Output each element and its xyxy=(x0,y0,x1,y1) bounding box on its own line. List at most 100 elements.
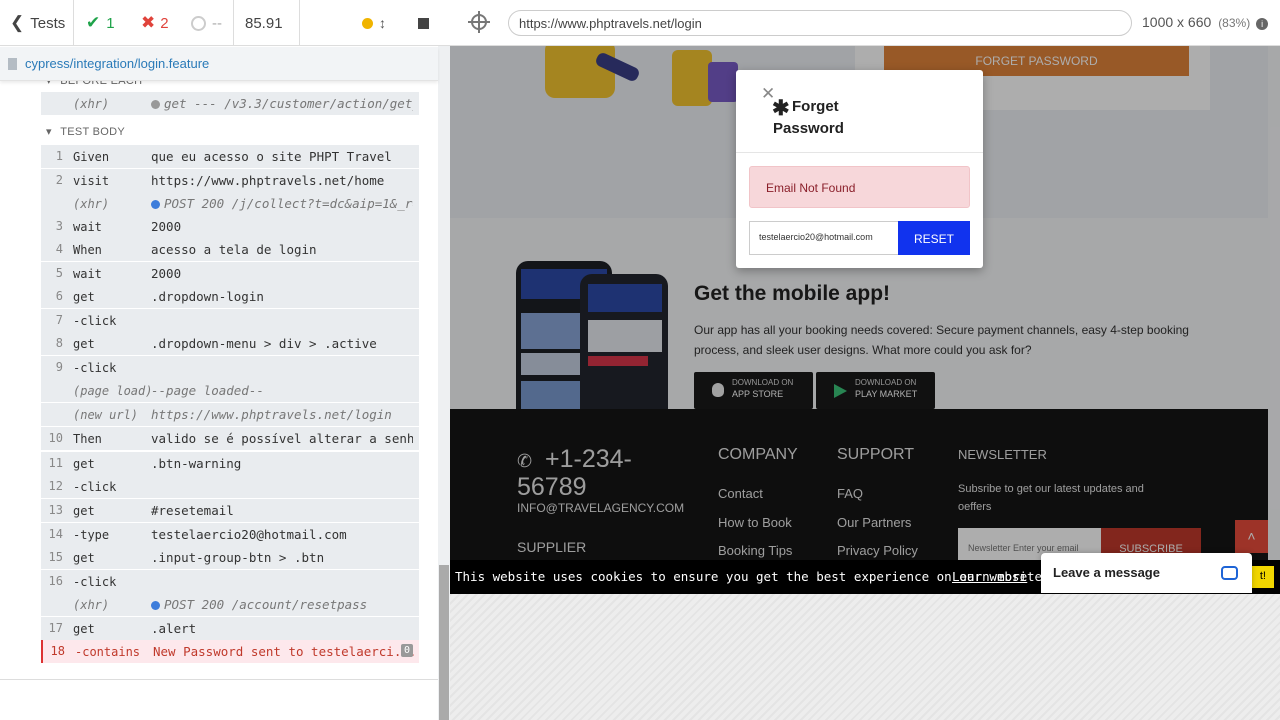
pending-circle-icon xyxy=(191,15,206,31)
test-body-header[interactable]: ▾ TEST BODY xyxy=(46,125,125,138)
command-row[interactable]: 5 wait 2000 xyxy=(41,262,419,285)
command-message: .dropdown-login xyxy=(151,289,264,304)
command-row[interactable]: 11 get .btn-warning xyxy=(41,452,419,475)
command-row[interactable]: 15 get .input-group-btn > .btn xyxy=(41,546,419,569)
reset-button[interactable]: RESET xyxy=(898,221,970,255)
command-name: visit xyxy=(73,174,110,188)
command-number: 7 xyxy=(55,313,63,327)
command-row[interactable]: 2 visit https://www.phptravels.net/home xyxy=(41,169,419,192)
reporter-scrollbar-thumb[interactable] xyxy=(439,565,449,720)
command-number: 9 xyxy=(55,360,63,374)
command-name: (page load) xyxy=(73,384,153,398)
command-number: 18 xyxy=(50,644,65,658)
cross-icon: ✖ xyxy=(141,13,156,32)
command-message: --page loaded-- xyxy=(151,383,264,398)
chevron-left-icon: ❮ xyxy=(10,13,25,32)
aut-header: https://www.phptravels.net/login 1000 x … xyxy=(450,0,1280,46)
error-alert: Email Not Found xyxy=(749,166,970,208)
tests-button[interactable]: ❮ Tests xyxy=(10,0,65,46)
learn-more-link[interactable]: Learn more xyxy=(952,569,1027,584)
command-number: 8 xyxy=(55,336,63,350)
command-row[interactable]: 17 get .alert xyxy=(41,617,419,640)
command-row[interactable]: 8 get .dropdown-menu > div > .active xyxy=(41,332,419,355)
empty-viewport-area xyxy=(450,594,1280,720)
command-message: POST 200 /account/resetpass xyxy=(151,597,413,612)
command-number: 10 xyxy=(48,431,63,445)
command-number: 4 xyxy=(55,242,63,256)
reset-email-input[interactable]: testelaercio20@hotmail.com xyxy=(749,221,899,255)
command-row[interactable]: 4 When acesso a tela de login xyxy=(41,238,419,261)
command-row[interactable]: 12 -click xyxy=(41,475,419,498)
command-row[interactable]: 18 -contains New Password sent to testelae… xyxy=(41,640,419,663)
command-name: get xyxy=(73,622,95,636)
command-number: 17 xyxy=(48,621,63,635)
command-name: Given xyxy=(73,150,110,164)
command-message: #resetemail xyxy=(151,503,234,518)
command-row[interactable]: (xhr) POST 200 /j/collect?t=dc&aip=1&_r=3… xyxy=(41,192,419,215)
command-row[interactable]: 9 -click xyxy=(41,356,419,379)
stop-icon xyxy=(418,17,429,29)
caret-down-icon: ▾ xyxy=(46,126,52,138)
command-row[interactable]: (page load) --page loaded-- xyxy=(41,379,419,402)
command-row[interactable]: (xhr) get --- /v3.3/customer/action/get_… xyxy=(41,92,419,115)
command-number: 15 xyxy=(48,550,63,564)
command-row[interactable]: (xhr) POST 200 /account/resetpass xyxy=(41,593,419,616)
command-row[interactable]: 14 -type testelaercio20@hotmail.com xyxy=(41,523,419,546)
command-name: get xyxy=(73,504,95,518)
spec-file-bar: cypress/integration/login.feature xyxy=(0,47,438,81)
url-bar[interactable]: https://www.phptravels.net/login xyxy=(508,10,1132,36)
status-dot-icon xyxy=(362,17,373,29)
command-name: -click xyxy=(73,361,117,375)
command-name: (new url) xyxy=(73,408,139,422)
command-row[interactable]: 13 get #resetemail xyxy=(41,499,419,522)
viewport-size[interactable]: 1000 x 660 (83%) i xyxy=(1142,14,1269,30)
command-message: .dropdown-menu > div > .active xyxy=(151,336,377,351)
command-message: que eu acesso o site PHPT Travel xyxy=(151,149,392,164)
command-number: 6 xyxy=(55,289,63,303)
command-message: valido se é possível alterar a senha xyxy=(151,431,413,446)
command-row[interactable]: 3 wait 2000 xyxy=(41,215,419,238)
info-icon: i xyxy=(1256,18,1269,30)
command-name: get xyxy=(73,290,95,304)
command-name: get xyxy=(73,551,95,565)
match-count-badge: 0 xyxy=(400,644,413,657)
pending-count[interactable]: -- xyxy=(191,0,222,46)
command-message: .alert xyxy=(151,621,197,636)
command-message: .btn-warning xyxy=(151,456,242,471)
command-message: https://www.phptravels.net/home xyxy=(151,173,385,188)
stop-button[interactable] xyxy=(418,0,429,46)
command-message: testelaercio20@hotmail.com xyxy=(151,527,347,542)
spec-file-link[interactable]: cypress/integration/login.feature xyxy=(25,56,209,71)
command-row[interactable]: 6 get .dropdown-login xyxy=(41,285,419,308)
xhr-status-dot xyxy=(151,100,160,109)
xhr-status-dot xyxy=(151,601,160,610)
cypress-reporter: ❮ Tests ✔ 1 ✖ 2 -- 85.91 ↕ cypress/integ… xyxy=(0,0,450,720)
command-row[interactable]: 7 -click xyxy=(41,309,419,332)
passed-count[interactable]: ✔ 1 xyxy=(86,0,115,46)
command-name: -click xyxy=(73,575,117,589)
command-row[interactable]: 1 Given que eu acesso o site PHPT Travel xyxy=(41,145,419,168)
command-name: -click xyxy=(73,314,117,328)
auto-scroll-toggle[interactable]: ↕ xyxy=(362,0,386,46)
command-row[interactable]: 10 Then valido se é possível alterar a sen… xyxy=(41,427,419,450)
command-number: 5 xyxy=(55,266,63,280)
command-name: get xyxy=(73,457,95,471)
live-chat-widget[interactable]: Leave a message xyxy=(1041,553,1252,593)
chat-bubble-icon xyxy=(1221,566,1238,580)
command-row[interactable]: (new url) https://www.phptravels.net/logi… xyxy=(41,403,419,426)
command-message: 2000 xyxy=(151,219,182,234)
command-number: 14 xyxy=(48,527,63,541)
command-message: POST 200 /j/collect?t=dc&aip=1&_r=3&v=1.… xyxy=(151,196,413,211)
command-number: 12 xyxy=(48,479,63,493)
failed-count[interactable]: ✖ 2 xyxy=(141,0,169,46)
command-row[interactable]: 16 -click xyxy=(41,570,419,593)
command-name: -type xyxy=(73,528,110,542)
command-message: acesso a tela de login xyxy=(151,242,317,257)
command-number: 11 xyxy=(48,456,63,470)
app-under-test: https://www.phptravels.net/login 1000 x … xyxy=(450,0,1280,720)
check-icon: ✔ xyxy=(86,13,101,32)
command-log: ▾ BEFORE EACH (xhr) get --- /v3.3/custom… xyxy=(0,75,438,680)
tests-label: Tests xyxy=(30,14,66,32)
command-message: .input-group-btn > .btn xyxy=(151,550,325,565)
command-name: -contains xyxy=(75,645,141,659)
